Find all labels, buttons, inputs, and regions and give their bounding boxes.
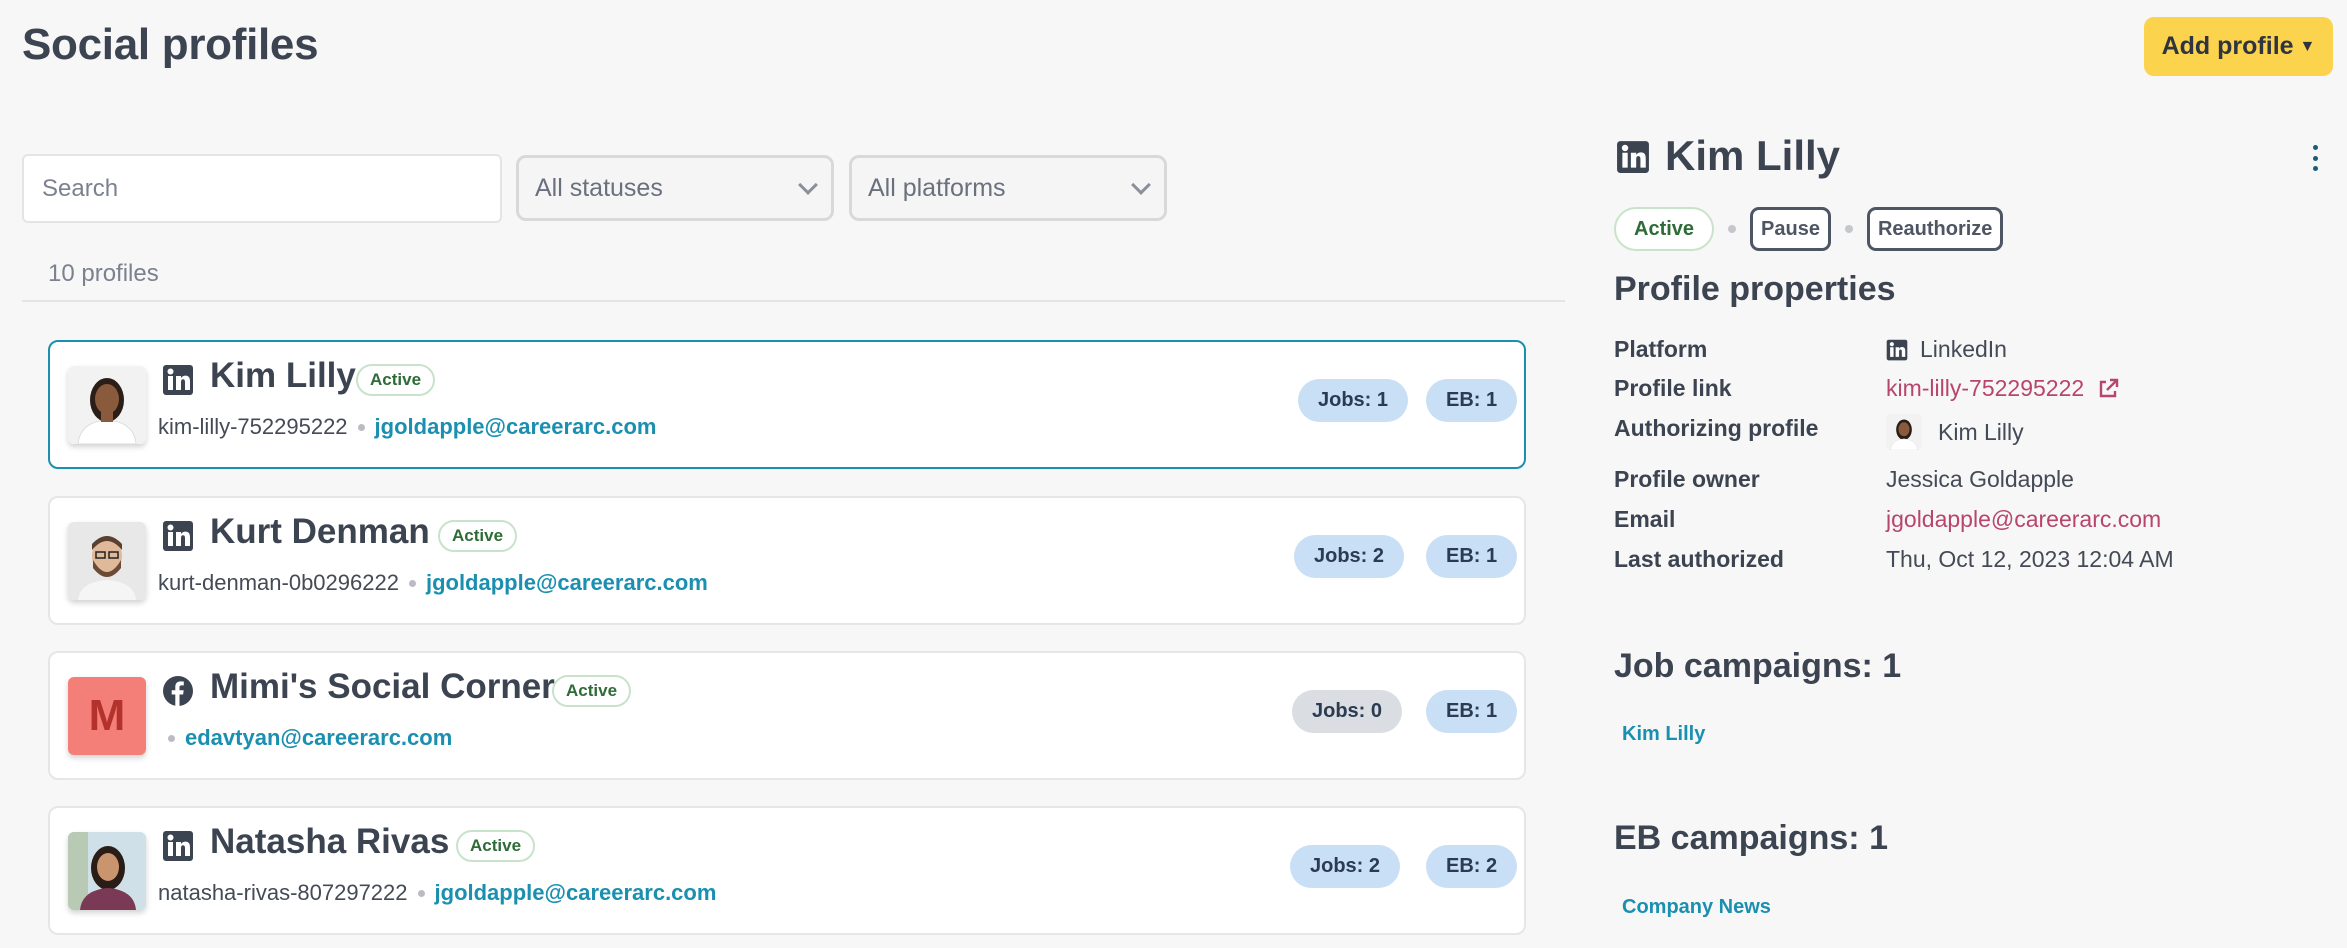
- separator-dot: [357, 423, 365, 431]
- add-profile-button[interactable]: Add profile ▼: [2144, 17, 2333, 76]
- separator-dot: [417, 889, 425, 897]
- more-options-icon[interactable]: [2310, 145, 2320, 171]
- reauthorize-button[interactable]: Reauthorize: [1866, 207, 2004, 251]
- profile-link-label: Profile link: [1614, 375, 1732, 401]
- profile-name: Mimi's Social Corner: [210, 667, 555, 706]
- eb-campaign-link[interactable]: Company News: [1622, 896, 1771, 919]
- eb-badge: EB: 1: [1426, 379, 1518, 422]
- status-badge: Active: [1614, 207, 1715, 251]
- profile-card[interactable]: Kim Lilly Active kim-lilly-752295222 jgo…: [48, 340, 1526, 469]
- page-title: Social profiles: [22, 20, 319, 69]
- profile-email[interactable]: jgoldapple@careerarc.com: [375, 414, 657, 440]
- profile-name: Natasha Rivas: [210, 822, 450, 861]
- profile-handle: kurt-denman-0b0296222: [158, 570, 399, 595]
- status-filter-select[interactable]: All statuses: [516, 155, 834, 221]
- job-campaigns-heading: Job campaigns: 1: [1614, 647, 1902, 685]
- profile-meta: kim-lilly-752295222 jgoldapple@careerarc…: [158, 414, 656, 440]
- platform-label: Platform: [1614, 336, 1708, 362]
- last-authorized-label: Last authorized: [1614, 546, 1784, 572]
- separator-dot: [1728, 225, 1737, 233]
- chevron-down-icon: [1131, 175, 1151, 195]
- avatar: M: [68, 677, 146, 755]
- email-link[interactable]: jgoldapple@careerarc.com: [1886, 506, 2161, 533]
- caret-down-icon: ▼: [2299, 37, 2316, 55]
- eb-badge: EB: 2: [1426, 845, 1518, 888]
- profile-email[interactable]: jgoldapple@careerarc.com: [426, 570, 708, 596]
- avatar: [68, 832, 146, 910]
- chevron-down-icon: [798, 175, 818, 195]
- profile-email[interactable]: jgoldapple@careerarc.com: [435, 880, 717, 906]
- status-badge: Active: [552, 675, 632, 707]
- linkedin-icon: [163, 521, 193, 551]
- detail-title: Kim Lilly: [1665, 132, 1841, 179]
- eb-campaigns-heading: EB campaigns: 1: [1614, 819, 1888, 857]
- separator-dot: [1844, 225, 1853, 233]
- profile-link-text[interactable]: kim-lilly-752295222: [1886, 375, 2084, 402]
- platform-value: LinkedIn: [1886, 336, 2007, 363]
- status-badge: Active: [456, 830, 536, 862]
- profile-owner-label: Profile owner: [1614, 466, 1760, 492]
- linkedin-icon: [1886, 339, 1908, 360]
- profile-meta: edavtyan@careerarc.com: [158, 725, 452, 751]
- profile-link[interactable]: kim-lilly-752295222: [1886, 375, 2120, 402]
- eb-badge: EB: 1: [1426, 535, 1518, 578]
- platform-text: LinkedIn: [1920, 336, 2007, 362]
- jobs-badge: Jobs: 0: [1292, 690, 1403, 733]
- avatar: [68, 522, 146, 600]
- add-profile-label: Add profile: [2161, 32, 2294, 60]
- profile-name: Kurt Denman: [210, 512, 430, 551]
- status-badge: Active: [438, 520, 518, 552]
- search-input[interactable]: [22, 154, 502, 223]
- profile-name: Kim Lilly: [210, 356, 356, 395]
- eb-badge: EB: 1: [1426, 690, 1518, 733]
- profile-card[interactable]: M Mimi's Social Corner Active edavtyan@c…: [48, 651, 1526, 780]
- jobs-badge: Jobs: 2: [1294, 535, 1405, 578]
- pause-button[interactable]: Pause: [1750, 207, 1831, 251]
- profile-handle: natasha-rivas-807297222: [158, 880, 408, 905]
- profile-handle: kim-lilly-752295222: [158, 414, 348, 439]
- separator-dot: [168, 734, 175, 742]
- profile-meta: kurt-denman-0b0296222 jgoldapple@careera…: [158, 570, 708, 596]
- avatar: [1886, 414, 1922, 450]
- status-filter-value: All statuses: [535, 173, 663, 202]
- profile-meta: natasha-rivas-807297222 jgoldapple@caree…: [158, 880, 716, 906]
- authorizing-profile-name: Kim Lilly: [1938, 418, 2024, 445]
- profile-count: 10 profiles: [48, 260, 159, 287]
- separator-dot: [408, 579, 416, 587]
- job-campaign-link[interactable]: Kim Lilly: [1622, 723, 1705, 746]
- platform-filter-value: All platforms: [868, 173, 1006, 202]
- linkedin-icon: [163, 831, 193, 861]
- authorizing-profile-value: Kim Lilly: [1886, 414, 2024, 450]
- status-badge: Active: [356, 364, 436, 396]
- platform-filter-select[interactable]: All platforms: [849, 155, 1167, 221]
- profile-owner-value: Jessica Goldapple: [1886, 466, 2074, 492]
- profile-card[interactable]: Natasha Rivas Active natasha-rivas-80729…: [48, 806, 1526, 935]
- detail-actions: Active Pause Reauthorize: [1614, 207, 2004, 251]
- linkedin-icon: [1617, 141, 1649, 173]
- avatar: [68, 366, 146, 444]
- email-label: Email: [1614, 506, 1676, 532]
- properties-heading: Profile properties: [1614, 270, 1896, 308]
- profile-email[interactable]: edavtyan@careerarc.com: [185, 725, 452, 751]
- list-divider: [22, 300, 1565, 302]
- external-link-icon[interactable]: [2096, 377, 2120, 401]
- facebook-icon: [163, 676, 193, 706]
- linkedin-icon: [163, 365, 193, 395]
- authorizing-profile-label: Authorizing profile: [1614, 415, 1819, 441]
- last-authorized-value: Thu, Oct 12, 2023 12:04 AM: [1886, 546, 2174, 572]
- profile-card[interactable]: Kurt Denman Active kurt-denman-0b0296222…: [48, 496, 1526, 625]
- jobs-badge: Jobs: 2: [1290, 845, 1401, 888]
- jobs-badge: Jobs: 1: [1298, 379, 1409, 422]
